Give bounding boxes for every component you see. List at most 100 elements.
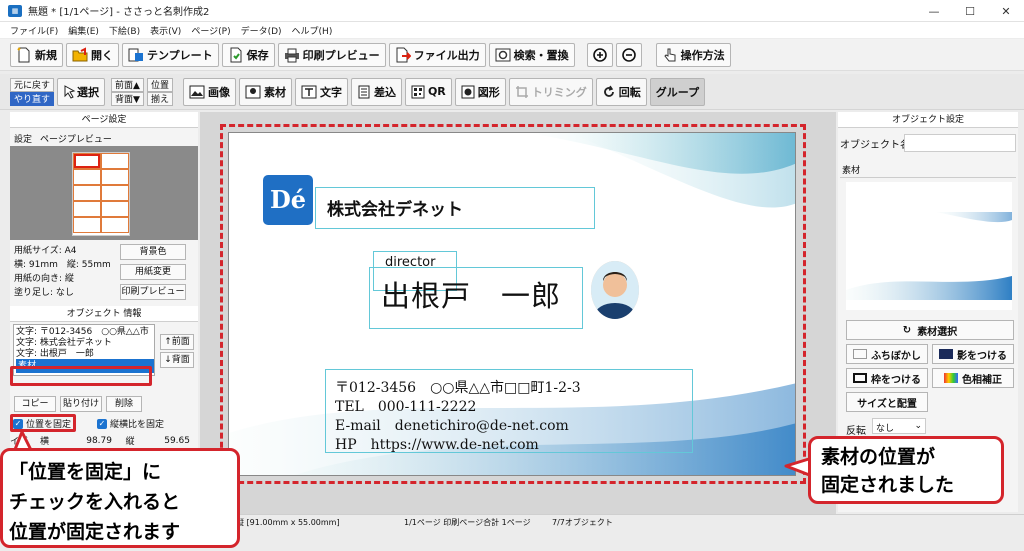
- color-correct-button[interactable]: 色相補正: [932, 368, 1014, 388]
- order-group: 前面▲ 背面▼: [111, 77, 144, 106]
- width-label: 横: [40, 437, 50, 447]
- refresh-icon: ↻: [902, 324, 912, 336]
- flip-value: なし: [876, 424, 895, 434]
- text-button[interactable]: 文字: [294, 77, 348, 106]
- qr-label: QR: [427, 85, 446, 98]
- blur-icon: [853, 349, 868, 359]
- width-value[interactable]: 98.79: [68, 436, 112, 446]
- rotate-button[interactable]: 回転: [595, 77, 647, 106]
- fix-aspect-checkbox[interactable]: ✓ 縦横比を固定: [97, 417, 164, 430]
- page-settings-header: ページ設定: [10, 112, 198, 128]
- search-replace-button[interactable]: 検索・置換: [488, 42, 575, 67]
- tab-settings[interactable]: 設定: [14, 132, 32, 146]
- list-item[interactable]: 文字: 〒012-3456 ○○県△△市: [16, 327, 152, 338]
- open-label: 開く: [91, 48, 113, 62]
- shape-button[interactable]: 図形: [454, 77, 506, 106]
- shape-icon: [461, 85, 475, 98]
- delete-button[interactable]: 削除: [106, 396, 142, 412]
- shape-label: 図形: [477, 85, 500, 99]
- copy-button[interactable]: コピー: [14, 396, 56, 412]
- menu-page[interactable]: ページ(P): [191, 24, 230, 37]
- print-preview-label: 印刷プレビュー: [302, 48, 380, 62]
- undo-button[interactable]: 元に戻す: [10, 77, 55, 92]
- open-folder-icon: [72, 46, 88, 61]
- menu-file[interactable]: ファイル(F): [10, 24, 58, 37]
- select-label: 選択: [77, 85, 100, 99]
- menu-help[interactable]: ヘルプ(H): [292, 24, 333, 37]
- text-label: 文字: [319, 85, 342, 99]
- template-icon: [128, 48, 143, 61]
- merge-button[interactable]: 差込: [350, 77, 402, 106]
- select-material-label: 素材選択: [917, 326, 958, 338]
- minimize-button[interactable]: —: [916, 0, 952, 22]
- close-button[interactable]: ✕: [988, 0, 1024, 22]
- window-controls: — ☐ ✕: [916, 0, 1024, 22]
- material-label: 素材: [263, 85, 286, 99]
- height-label: 縦: [125, 437, 135, 447]
- size-position-button[interactable]: サイズと配置: [846, 392, 928, 412]
- send-back-button[interactable]: 背面▼: [111, 91, 144, 106]
- save-button[interactable]: 保存: [221, 42, 275, 67]
- select-tool-button[interactable]: 選択: [57, 77, 106, 106]
- height-value[interactable]: 59.65: [148, 436, 190, 446]
- object-back-button[interactable]: ↓背面: [160, 352, 194, 368]
- zoom-in-icon: [592, 47, 607, 62]
- file-output-button[interactable]: ファイル出力: [388, 42, 486, 67]
- object-info-header: オブジェクト 情報: [10, 306, 198, 322]
- zoom-out-button[interactable]: [615, 42, 642, 67]
- bg-color-button[interactable]: 背景色: [120, 244, 186, 260]
- page-thumbnail[interactable]: [72, 152, 130, 236]
- group-button[interactable]: グループ: [649, 77, 706, 106]
- open-button[interactable]: 開く: [66, 42, 119, 67]
- tab-page-preview[interactable]: ページプレビュー: [40, 132, 112, 146]
- left-callout-line: 「位置を固定」に: [9, 461, 162, 483]
- maximize-button[interactable]: ☐: [952, 0, 988, 22]
- object-front-button[interactable]: ↑前面: [160, 334, 194, 350]
- select-material-button[interactable]: ↻ 素材選択: [846, 320, 1014, 340]
- main-toolbar: 新規 開く テンプレート 保存 印刷プレビュー ファイル出力 検索・置換 操作方…: [0, 39, 1024, 71]
- zoom-in-button[interactable]: [586, 42, 613, 67]
- template-button[interactable]: テンプレート: [122, 42, 219, 67]
- change-paper-button[interactable]: 用紙変更: [120, 264, 186, 280]
- align-group[interactable]: 位置 揃え: [146, 77, 173, 106]
- trimming-label: トリミング: [531, 85, 587, 99]
- menu-data[interactable]: データ(D): [241, 24, 282, 37]
- zoom-out-icon: [621, 47, 636, 62]
- list-item[interactable]: 文字: 株式会社デネット: [16, 338, 152, 349]
- paste-button[interactable]: 貼り付け: [60, 396, 102, 412]
- menu-underlay[interactable]: 下絵(B): [109, 24, 140, 37]
- chevron-down-icon: ⌄: [914, 421, 922, 431]
- flip-select[interactable]: なし ⌄: [872, 418, 926, 434]
- frame-button[interactable]: 枠をつける: [846, 368, 928, 388]
- page-settings-tabs: 設定 ページプレビュー: [10, 128, 198, 146]
- print-preview-button[interactable]: 印刷プレビュー: [277, 42, 386, 67]
- status-page: 1/1ページ 印刷ページ合計 1ページ: [404, 518, 531, 527]
- image-button[interactable]: 画像: [182, 77, 236, 106]
- left-callout-line: チェックを入れると: [9, 491, 181, 513]
- blur-edge-button[interactable]: ふちぼかし: [846, 344, 928, 364]
- undo-redo-group: 元に戻す やり直す: [10, 77, 55, 106]
- paper-print-preview-button[interactable]: 印刷プレビュー: [120, 284, 186, 300]
- object-name-input[interactable]: [904, 134, 1016, 152]
- canvas-area[interactable]: Dé 株式会社デネット director 出根戸 一郎 〒012-3456 ○○…: [200, 112, 836, 514]
- color-correct-label: 色相補正: [962, 374, 1002, 386]
- material-button[interactable]: 素材: [238, 77, 292, 106]
- shadow-button[interactable]: 影をつける: [932, 344, 1014, 364]
- new-label: 新規: [35, 48, 57, 62]
- material-tab[interactable]: 素材: [840, 160, 1016, 178]
- list-selection-highlight: [10, 366, 152, 386]
- rotate-label: 回転: [618, 85, 641, 99]
- trimming-button[interactable]: トリミング: [508, 77, 593, 106]
- new-button[interactable]: 新規: [10, 42, 63, 67]
- redo-button[interactable]: やり直す: [10, 91, 55, 106]
- menu-edit[interactable]: 編集(E): [68, 24, 99, 37]
- help-button[interactable]: 操作方法: [655, 42, 731, 67]
- bring-front-button[interactable]: 前面▲: [111, 77, 144, 92]
- template-label: テンプレート: [147, 48, 213, 62]
- object-toolbar: 元に戻す やり直す 選択 前面▲ 背面▼ 位置 揃え 画像 素材 文字 差込 Q…: [0, 74, 1024, 110]
- paper-info: 用紙サイズ: A4 横: 91mm 縦: 55mm 用紙の向き: 縦 塗り足し:…: [10, 240, 198, 306]
- qr-button[interactable]: QR: [404, 77, 452, 106]
- menu-view[interactable]: 表示(V): [150, 24, 181, 37]
- wave-thumbnail-image: [846, 212, 1012, 300]
- frame-icon: [853, 373, 867, 383]
